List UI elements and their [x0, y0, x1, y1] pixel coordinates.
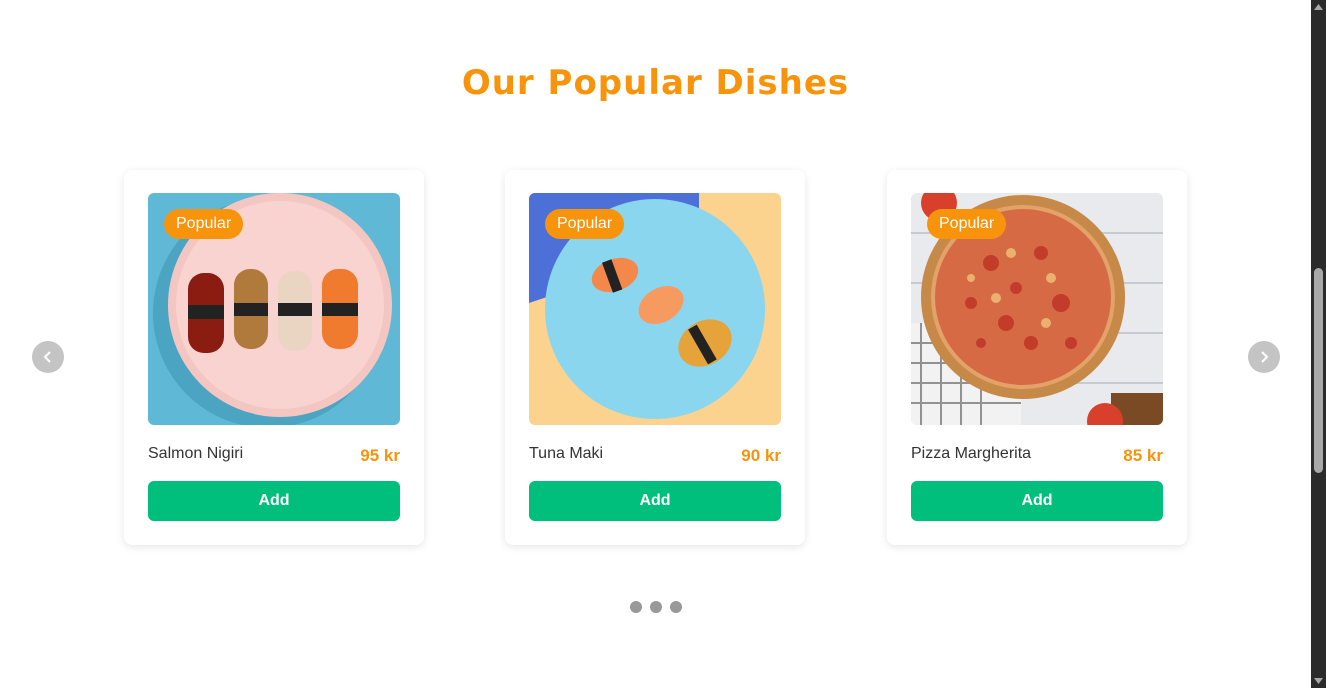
dish-card: Popular Pizza Margherita 85 kr Add — [887, 170, 1187, 545]
dish-card: Popular Salmon Nigiri 95 kr Add — [124, 170, 424, 545]
carousel-prev-button[interactable] — [32, 341, 64, 373]
carousel-dot[interactable] — [670, 601, 682, 613]
carousel-pagination — [630, 601, 682, 613]
popular-badge: Popular — [927, 209, 1007, 239]
dish-name: Pizza Margherita — [911, 445, 1032, 462]
chevron-left-icon — [43, 351, 51, 363]
carousel-next-button[interactable] — [1248, 341, 1280, 373]
dish-price: 90 kr — [741, 446, 781, 465]
dish-image: Popular — [529, 193, 781, 425]
dish-name: Tuna Maki — [529, 445, 604, 462]
dish-image: Popular — [148, 193, 400, 425]
scrollbar-thumb[interactable] — [1314, 268, 1323, 473]
dish-card: Popular Tuna Maki 90 kr Add — [505, 170, 805, 545]
add-to-cart-button[interactable]: Add — [148, 481, 400, 521]
dish-image: Popular — [911, 193, 1163, 425]
add-to-cart-button[interactable]: Add — [529, 481, 781, 521]
dish-price: 85 kr — [1123, 446, 1163, 465]
popular-badge: Popular — [164, 209, 244, 239]
section-title: Our Popular Dishes — [461, 62, 850, 103]
scroll-down-arrow-icon[interactable] — [1311, 674, 1326, 688]
carousel-dot[interactable] — [630, 601, 642, 613]
add-to-cart-button[interactable]: Add — [911, 481, 1163, 521]
carousel-dot[interactable] — [650, 601, 662, 613]
dish-name: Salmon Nigiri — [148, 445, 244, 462]
scroll-up-arrow-icon[interactable] — [1311, 0, 1326, 14]
chevron-right-icon — [1261, 351, 1269, 363]
page-scrollbar[interactable] — [1311, 0, 1326, 688]
popular-badge: Popular — [545, 209, 625, 239]
dish-price: 95 kr — [360, 446, 400, 465]
